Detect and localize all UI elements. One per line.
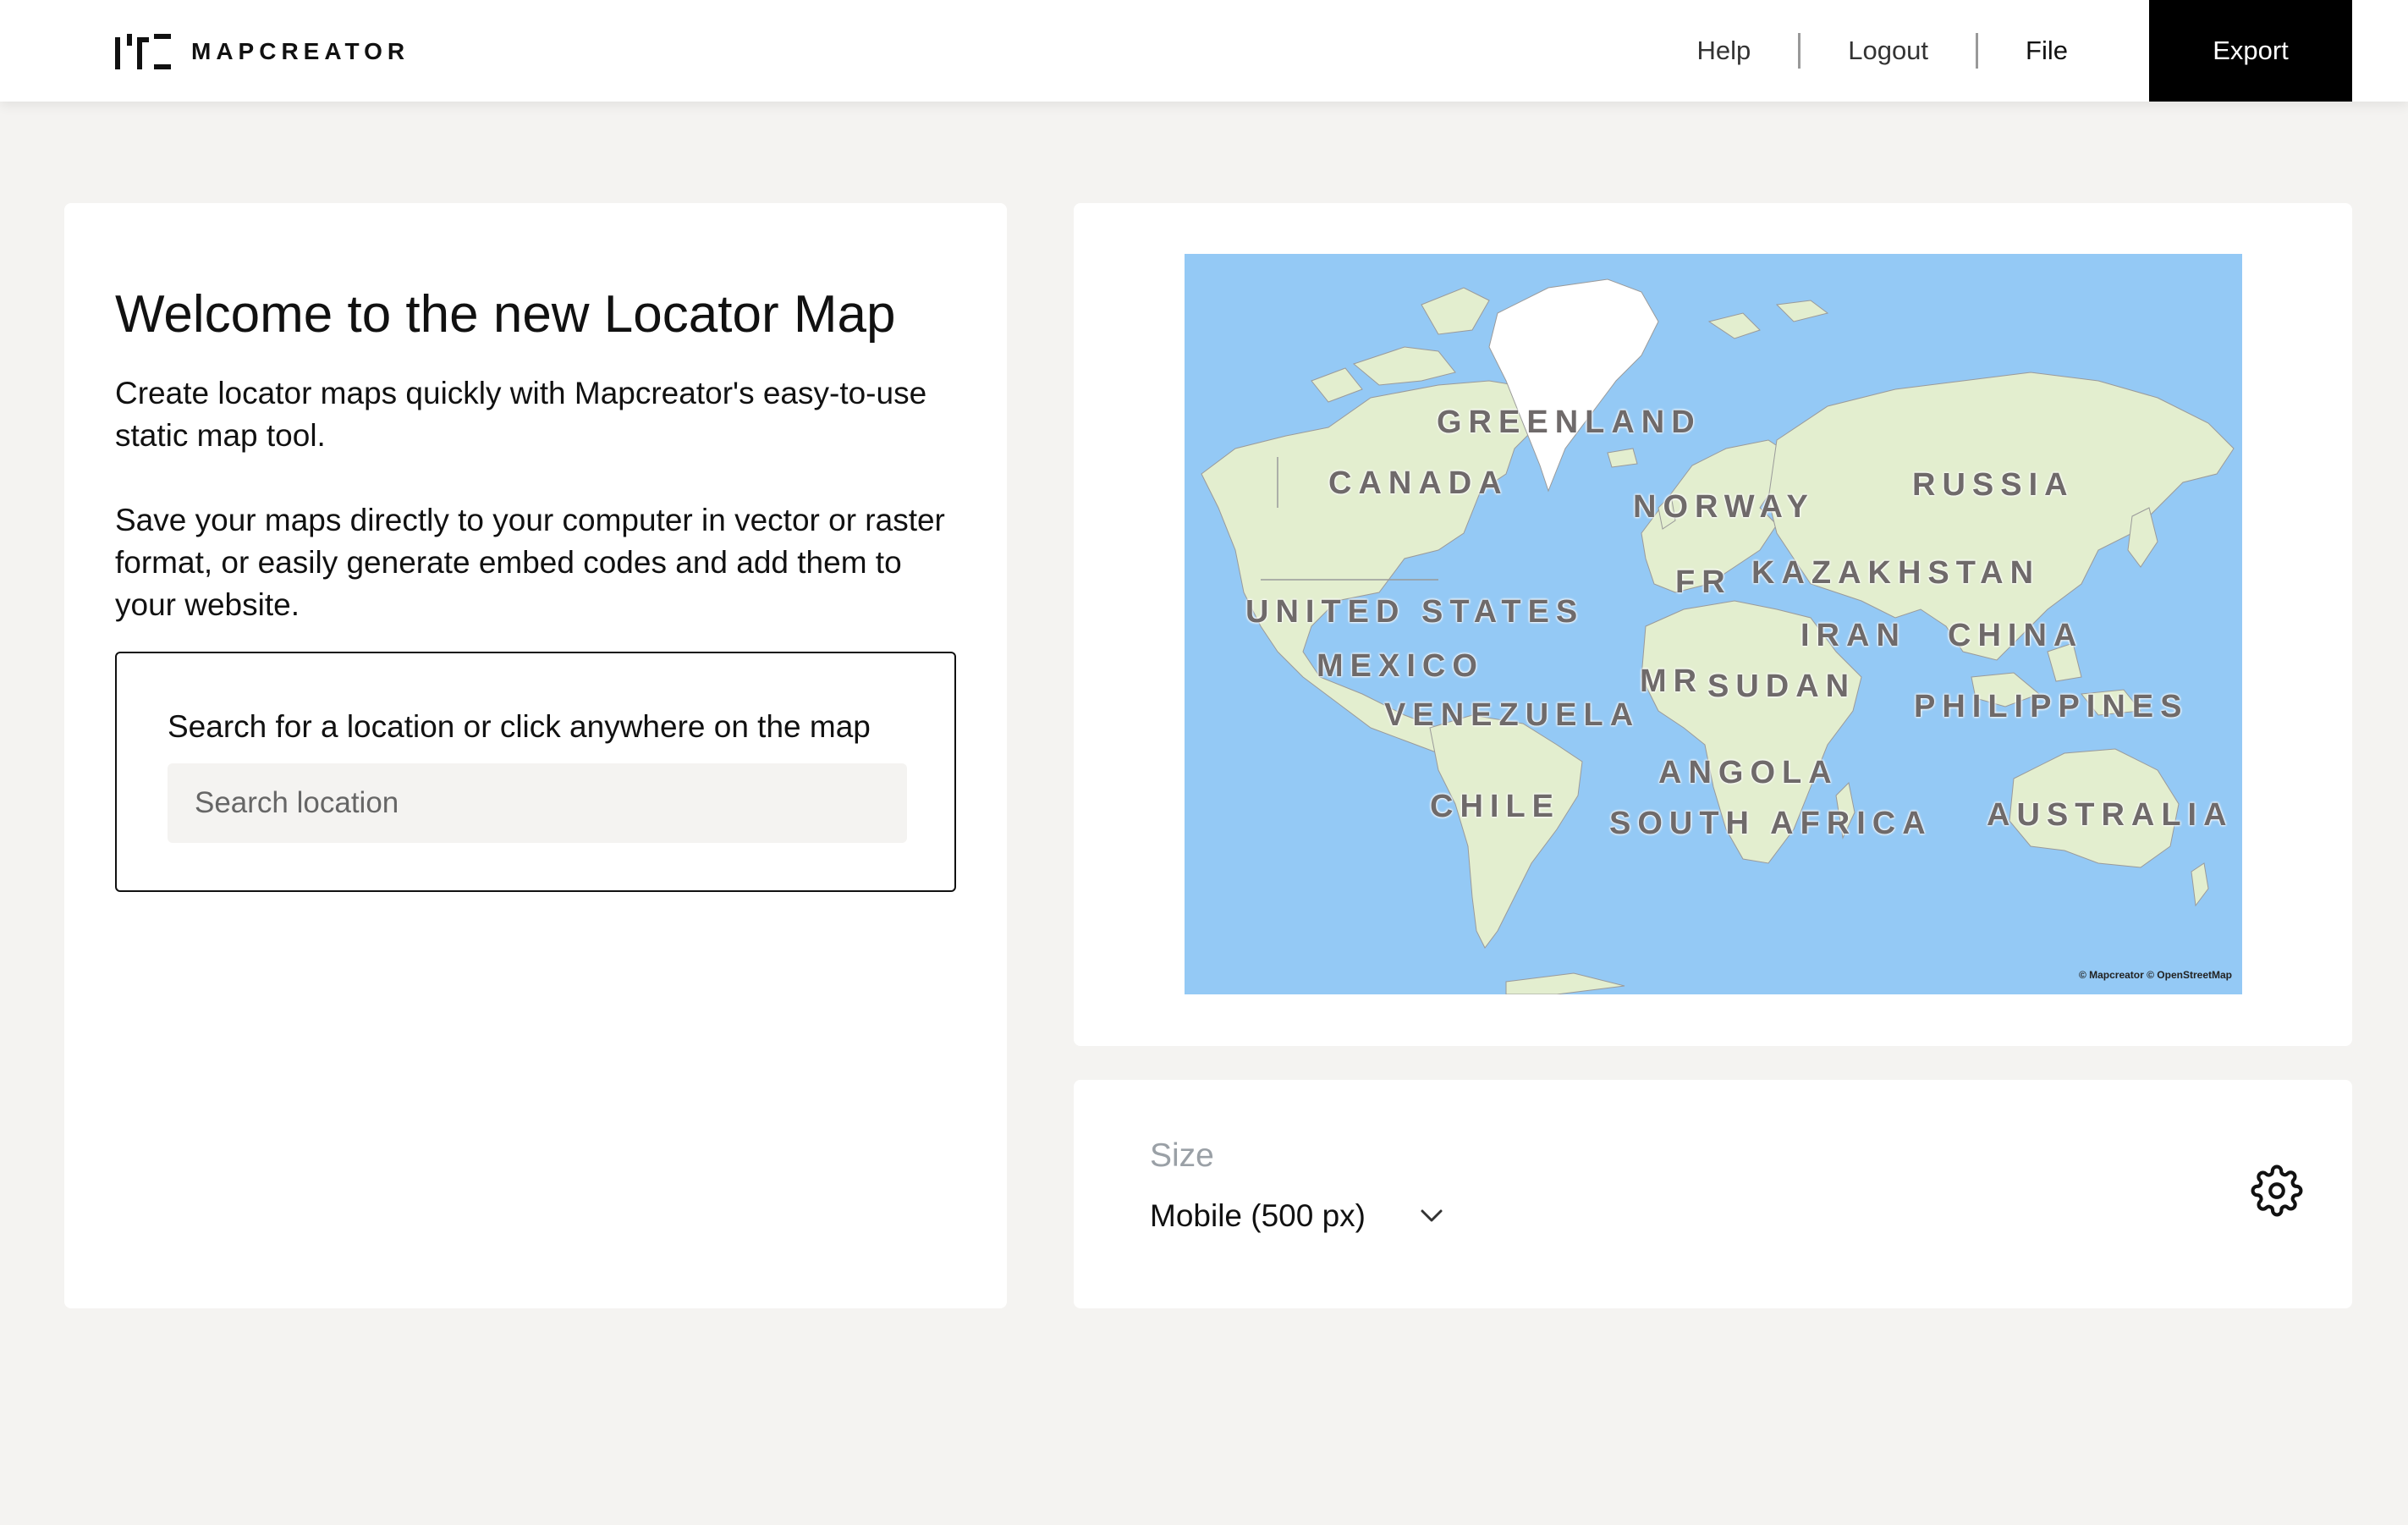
size-panel: Size Mobile (500 px): [1074, 1080, 2352, 1308]
map-panel: GREENLAND CANADA NORWAY RUSSIA FR KAZAKH…: [1074, 203, 2352, 1046]
size-dropdown[interactable]: Mobile (500 px): [1150, 1198, 1443, 1234]
map-attribution: © Mapcreator © OpenStreetMap: [2078, 969, 2232, 981]
save-info-text: Save your maps directly to your computer…: [115, 503, 945, 622]
map-label-china: CHINA: [1948, 618, 2084, 653]
search-label: Search for a location or click anywhere …: [168, 709, 871, 744]
map-canvas[interactable]: GREENLAND CANADA NORWAY RUSSIA FR KAZAKH…: [1185, 254, 2242, 994]
map-label-venezuela: VENEZUELA: [1384, 697, 1641, 733]
size-label: Size: [1150, 1137, 1214, 1174]
map-label-united-states: UNITED STATES: [1245, 594, 1585, 630]
help-link[interactable]: Help: [1649, 0, 1798, 102]
logout-link[interactable]: Logout: [1801, 0, 1976, 102]
export-button[interactable]: Export: [2149, 0, 2352, 102]
search-card: Search for a location or click anywhere …: [115, 652, 956, 892]
map-label-south-africa: SOUTH AFRICA: [1609, 806, 1932, 841]
size-value: Mobile (500 px): [1150, 1198, 1366, 1233]
south-america-shape: [1429, 714, 1583, 949]
map-label-norway: NORWAY: [1633, 489, 1815, 525]
map-label-chile: CHILE: [1430, 789, 1560, 824]
map-label-angola: ANGOLA: [1658, 755, 1839, 790]
logo[interactable]: MAPCREATOR: [115, 34, 410, 69]
brand-name: MAPCREATOR: [191, 38, 410, 64]
map-label-australia: AUSTRALIA: [1987, 797, 2234, 833]
map-label-iran: IRAN: [1801, 618, 1906, 653]
arctic-islands-shape: [1352, 346, 1456, 386]
map-label-philippines: PHILIPPINES: [1914, 689, 2189, 724]
search-input[interactable]: [168, 763, 907, 843]
asia-shape: [1768, 372, 2235, 661]
map-label-russia: RUSSIA: [1912, 467, 2075, 503]
map-label-greenland: GREENLAND: [1437, 405, 1702, 440]
gear-icon[interactable]: [2251, 1164, 2303, 1217]
map-label-sudan: SUDAN: [1707, 669, 1856, 704]
top-bar: MAPCREATOR Help Logout File Export: [0, 0, 2408, 102]
map-label-kazakhstan: KAZAKHSTAN: [1751, 555, 2041, 591]
top-nav: Help Logout File Export: [1649, 0, 2408, 102]
map-label-mexico: MEXICO: [1317, 648, 1484, 684]
map-label-mr: MR: [1640, 663, 1704, 699]
mapcreator-logo-icon: [115, 34, 171, 69]
map-label-canada: CANADA: [1328, 465, 1509, 501]
map-label-fr: FR: [1675, 564, 1732, 600]
chevron-down-icon: [1421, 1209, 1443, 1222]
file-menu[interactable]: File: [1978, 0, 2115, 102]
page-title: Welcome to the new Locator Map: [115, 285, 896, 344]
welcome-panel: Welcome to the new Locator Map Create lo…: [64, 203, 1007, 1308]
intro-text: Create locator maps quickly with Mapcrea…: [115, 376, 927, 453]
